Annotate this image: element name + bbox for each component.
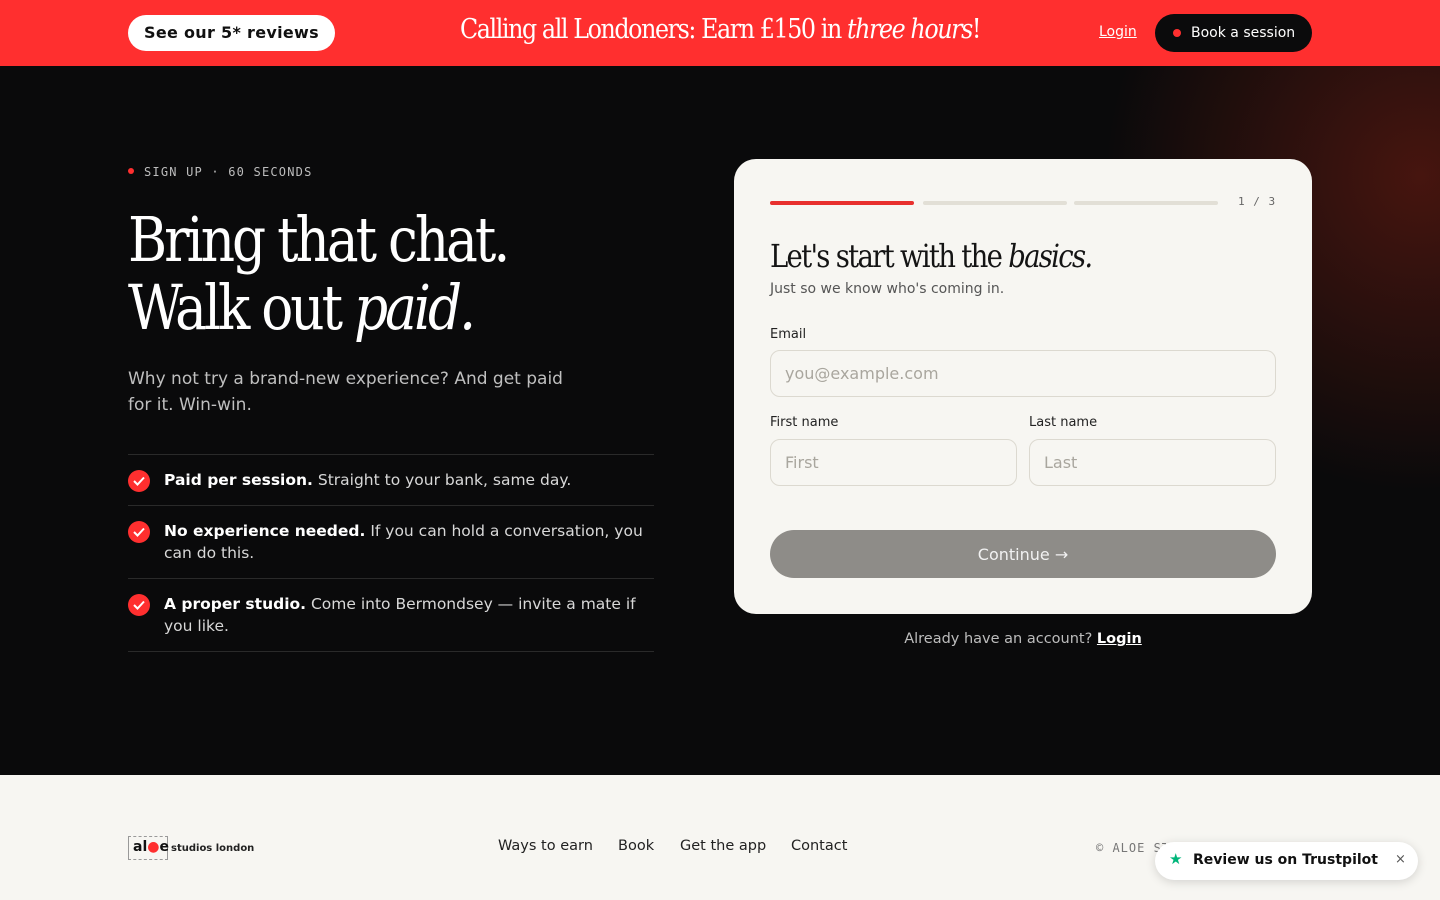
first-name-label: First name [770, 415, 839, 430]
promo-prefix: Calling all Londoners: Earn £150 in [459, 14, 847, 45]
continue-button[interactable]: Continue → [770, 530, 1276, 578]
headline-line-2-prefix: Walk out [128, 271, 355, 344]
kicker-text: SIGN UP · 60 SECONDS [144, 165, 313, 179]
footer-nav-book[interactable]: Book [618, 838, 654, 854]
trustpilot-label: Review us on Trustpilot [1193, 852, 1378, 868]
book-session-button[interactable]: Book a session [1155, 14, 1312, 52]
header-login-link[interactable]: Login [1099, 24, 1137, 40]
star-icon: ★ [1169, 850, 1183, 868]
progress-segment-2 [923, 201, 1067, 205]
form-title-emphasis: basics. [1008, 237, 1093, 275]
kicker-dot-icon [128, 168, 134, 174]
logo-suffix: e [159, 839, 169, 855]
last-name-label: Last name [1029, 415, 1098, 430]
form-title: Let's start with the basics. [770, 237, 1093, 275]
already-text: Already have an account? [904, 631, 1097, 647]
existing-account-prompt: Already have an account? Login [734, 631, 1312, 647]
progress-segment-1 [770, 201, 914, 205]
trustpilot-widget[interactable]: ★ Review us on Trustpilot × [1155, 842, 1418, 880]
logo-prefix: al [133, 839, 148, 855]
status-dot-icon [1173, 29, 1181, 37]
book-session-label: Book a session [1191, 25, 1296, 41]
email-field[interactable] [770, 350, 1276, 397]
brand-logo[interactable]: al●e studios london [128, 836, 258, 860]
benefit-title: Paid per session. [164, 471, 313, 489]
headline-emphasis: paid. [354, 271, 476, 344]
headline-line-1: Bring that chat. [128, 203, 510, 276]
promo-suffix: ! [971, 14, 982, 45]
footer-nav-ways-to-earn[interactable]: Ways to earn [498, 838, 593, 854]
footer-nav-get-the-app[interactable]: Get the app [680, 838, 766, 854]
form-subtitle: Just so we know who's coming in. [770, 281, 1005, 297]
footer-nav-contact[interactable]: Contact [791, 838, 847, 854]
hero-headline: Bring that chat. Walk out paid. [128, 203, 510, 342]
logo-dot-icon: ● [147, 839, 160, 855]
first-name-field[interactable] [770, 439, 1017, 486]
headline-line-2: Walk out paid. [128, 274, 507, 342]
check-icon [128, 521, 150, 543]
step-counter: 1 / 3 [1238, 195, 1277, 208]
logo-wordmark: al●e [133, 839, 169, 855]
benefit-title: A proper studio. [164, 595, 307, 613]
close-icon[interactable]: × [1395, 852, 1406, 867]
signup-kicker: SIGN UP · 60 SECONDS [128, 165, 313, 179]
check-icon [128, 594, 150, 616]
benefit-item: Paid per session. Straight to your bank,… [128, 454, 654, 505]
benefit-item: A proper studio. Come into Bermondsey — … [128, 578, 654, 652]
check-icon [128, 470, 150, 492]
hero-subtext: Why not try a brand-new experience? And … [128, 369, 563, 415]
announcement-bar: See our 5* reviews Calling all Londoners… [0, 0, 1440, 66]
form-title-prefix: Let's start with the [770, 237, 1009, 275]
email-label: Email [770, 327, 807, 342]
benefit-item: No experience needed. If you can hold a … [128, 505, 654, 578]
benefit-text: Straight to your bank, same day. [312, 471, 572, 489]
signup-form-card: 1 / 3 Let's start with the basics. Just … [734, 159, 1312, 614]
footer: al●e studios london Ways to earn Book Ge… [0, 775, 1440, 900]
logo-tagline: studios london [171, 843, 255, 854]
form-login-link[interactable]: Login [1097, 631, 1142, 647]
promo-emphasis: three hours [846, 14, 973, 45]
progress-segment-3 [1074, 201, 1218, 205]
last-name-field[interactable] [1029, 439, 1276, 486]
benefit-title: No experience needed. [164, 522, 366, 540]
benefits-list: Paid per session. Straight to your bank,… [128, 454, 654, 652]
hero-section: SIGN UP · 60 SECONDS Bring that chat. Wa… [0, 66, 1440, 775]
